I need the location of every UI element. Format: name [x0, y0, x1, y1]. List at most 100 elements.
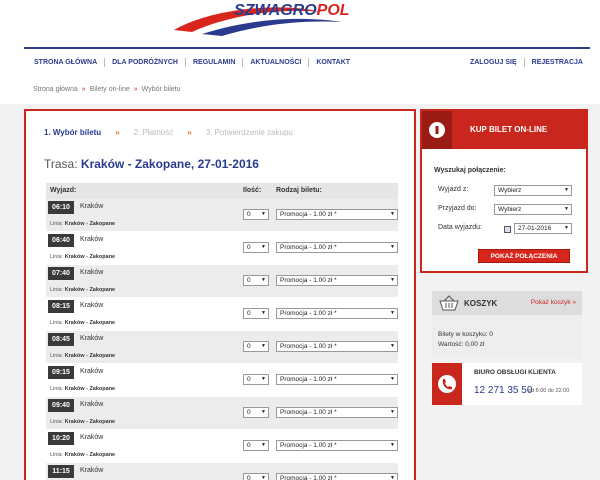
- table-row: 08:15 Kraków Linia: Kraków - Zakopane 0 Prom…: [46, 298, 398, 331]
- quantity-select[interactable]: 0: [243, 308, 269, 319]
- breadcrumb-separator: »: [81, 86, 86, 93]
- quantity-select[interactable]: 0: [243, 374, 269, 385]
- cart-count: Bilety w koszyku: 0: [438, 331, 493, 338]
- col-quantity: Ilość:: [243, 187, 262, 194]
- route-value: Kraków - Zakopane, 27-01-2016: [80, 157, 259, 171]
- nav-right: ZALOGUJ SIĘ REJESTRACJA: [460, 49, 590, 75]
- nav-item-regulations[interactable]: REGULAMIN: [184, 57, 242, 67]
- line-label: Linia:: [50, 353, 64, 359]
- line-label: Linia:: [50, 254, 64, 260]
- to-select[interactable]: Wybierz: [494, 204, 572, 215]
- line-info: Linia: Kraków - Zakopane: [50, 452, 115, 458]
- ticket-type-select[interactable]: Promocja - 1.00 zł *: [276, 374, 398, 385]
- nav-item-home[interactable]: STRONA GŁÓWNA: [24, 58, 104, 67]
- quantity-select[interactable]: 0: [243, 407, 269, 418]
- line-label: Linia:: [50, 386, 64, 392]
- calendar-icon[interactable]: [504, 226, 511, 233]
- line-name: Kraków - Zakopane: [64, 221, 116, 227]
- breadcrumb-home[interactable]: Strona główna: [33, 86, 78, 93]
- step-arrow: »: [115, 128, 120, 137]
- table-row: 11:15KrakówLinia: Kraków - Zakopane0Prom…: [46, 463, 398, 480]
- quantity-select[interactable]: 0: [243, 242, 269, 253]
- quantity-select[interactable]: 0: [243, 209, 269, 220]
- departure-time: 08:15: [48, 300, 74, 313]
- support-title: BIURO OBSŁUGI KLIENTA: [474, 369, 556, 376]
- line-info: Linia: Kraków - Zakopane: [50, 353, 115, 359]
- line-info: Linia: Kraków - Zakopane: [50, 320, 115, 326]
- step-select-ticket: 1. Wybór biletu: [44, 128, 102, 137]
- brand-logo[interactable]: SZWAGROPOL: [172, 0, 402, 36]
- from-label: Wyjazd z:: [438, 186, 469, 193]
- nav-item-travelers[interactable]: DLA PODRÓŻNYCH: [104, 57, 185, 67]
- phone-icon: [432, 363, 462, 405]
- line-info: Linia: Kraków - Zakopane: [50, 419, 115, 425]
- to-label: Przyjazd do:: [438, 205, 477, 212]
- table-row: 06:10 Kraków Linia: Kraków - Zakopane 0 Prom…: [46, 199, 398, 232]
- departure-time: 09:15: [48, 366, 74, 379]
- nav-item-contact[interactable]: KONTAKT: [308, 57, 357, 67]
- line-label: Linia:: [50, 287, 64, 293]
- ticket-type-select[interactable]: Promocja - 1.00 zł *: [276, 242, 398, 253]
- date-label: Data wyjazdu:: [438, 224, 482, 231]
- ticket-type-select[interactable]: Promocja - 1.00 zł *: [276, 209, 398, 220]
- line-name: Kraków - Zakopane: [64, 386, 116, 392]
- ticket-selection-panel: 1. Wybór biletu » 2. Płatność » 3. Potwi…: [24, 109, 416, 480]
- buy-ticket-title: KUP BILET ON-LINE: [470, 125, 548, 134]
- cart-box: KOSZYK Pokaż koszyk » Bilety w koszyku: …: [432, 291, 582, 359]
- departure-city: Kraków: [80, 269, 104, 276]
- col-ticket-type: Rodzaj biletu:: [276, 187, 322, 194]
- departure-city: Kraków: [80, 434, 104, 441]
- step-confirmation: 3. Potwierdzenie zakupu: [205, 128, 293, 137]
- quantity-select[interactable]: 0: [243, 341, 269, 352]
- line-name: Kraków - Zakopane: [64, 353, 116, 359]
- table-row: 09:15 Kraków Linia: Kraków - Zakopane 0 Prom…: [46, 364, 398, 397]
- ticket-type-select[interactable]: Promocja - 1.00 zł *: [276, 308, 398, 319]
- departure-city: Kraków: [80, 368, 104, 375]
- line-label: Linia:: [50, 419, 64, 425]
- ticket-type-select[interactable]: Promocja - 1.00 zł *: [276, 440, 398, 451]
- departures-list: 06:10 Kraków Linia: Kraków - Zakopane 0 Prom…: [46, 199, 398, 480]
- departure-city: Kraków: [80, 401, 104, 408]
- search-label: Wyszukaj połączenie:: [434, 167, 506, 174]
- table-row: 08:45 Kraków Linia: Kraków - Zakopane 0 Prom…: [46, 331, 398, 364]
- col-departure: Wyjazd:: [50, 187, 77, 194]
- step-payment: 2. Płatność: [133, 128, 174, 137]
- line-name: Kraków - Zakopane: [64, 254, 116, 260]
- ticket-type-select[interactable]: Promocja - 1.00 zł *: [276, 275, 398, 286]
- breadcrumb-tickets[interactable]: Bilety on-line: [90, 86, 130, 93]
- show-connections-button[interactable]: POKAŻ POŁĄCZENIA: [478, 249, 570, 263]
- show-cart-link[interactable]: Pokaż koszyk »: [531, 299, 576, 306]
- table-row: 10:20 Kraków Linia: Kraków - Zakopane 0 Prom…: [46, 430, 398, 463]
- support-phone[interactable]: 12 271 35 50: [474, 385, 532, 396]
- departure-city: Kraków: [80, 236, 104, 243]
- departure-time: 10:20: [48, 432, 74, 445]
- line-info: Linia: Kraków - Zakopane: [50, 221, 115, 227]
- breadcrumb-separator: »: [133, 86, 138, 93]
- nav-item-register[interactable]: REJESTRACJA: [523, 57, 590, 67]
- line-name: Kraków - Zakopane: [64, 287, 116, 293]
- nav-item-login[interactable]: ZALOGUJ SIĘ: [460, 58, 524, 67]
- table-row: 07:40 Kraków Linia: Kraków - Zakopane 0 Prom…: [46, 265, 398, 298]
- ticket-type-select[interactable]: Promocja - 1.00 zł *: [276, 473, 398, 480]
- quantity-select[interactable]: 0: [243, 473, 269, 480]
- route-title: Trasa: Kraków - Zakopane, 27-01-2016: [44, 157, 259, 171]
- line-info: Linia: Kraków - Zakopane: [50, 386, 115, 392]
- cart-header: KOSZYK Pokaż koszyk »: [432, 291, 582, 315]
- from-select[interactable]: Wybierz: [494, 185, 572, 196]
- quantity-select[interactable]: 0: [243, 275, 269, 286]
- ticket-type-select[interactable]: Promocja - 1.00 zł *: [276, 407, 398, 418]
- table-row: 09:40 Kraków Linia: Kraków - Zakopane 0 Prom…: [46, 397, 398, 430]
- nav-item-news[interactable]: AKTUALNOŚCI: [242, 57, 308, 67]
- line-name: Kraków - Zakopane: [64, 320, 116, 326]
- date-input[interactable]: 27-01-2016: [514, 223, 572, 234]
- checkout-steps: 1. Wybór biletu » 2. Płatność » 3. Potwi…: [44, 128, 293, 137]
- step-arrow: »: [187, 128, 192, 137]
- support-hours: od 6:00 do 22:00: [528, 388, 570, 394]
- quantity-select[interactable]: 0: [243, 440, 269, 451]
- basket-icon: [439, 295, 459, 311]
- buy-ticket-box: KUP BILET ON-LINE Wyszukaj połączenie: W…: [420, 109, 588, 273]
- line-label: Linia:: [50, 221, 64, 227]
- table-header: Wyjazd: Ilość: Rodzaj biletu:: [46, 183, 398, 199]
- ticket-type-select[interactable]: Promocja - 1.00 zł *: [276, 341, 398, 352]
- main-nav: STRONA GŁÓWNA DLA PODRÓŻNYCH REGULAMIN A…: [24, 47, 590, 75]
